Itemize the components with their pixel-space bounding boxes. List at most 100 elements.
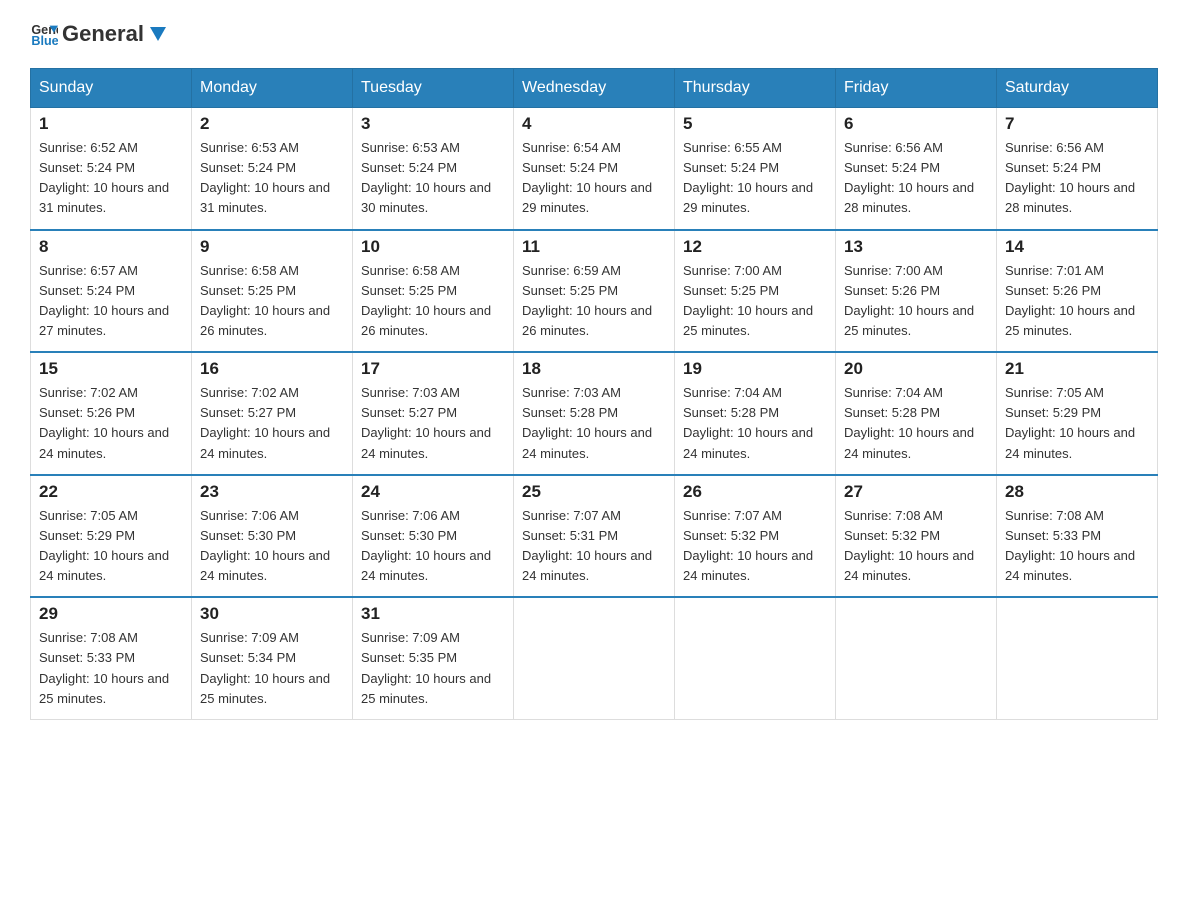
- day-number: 24: [361, 482, 505, 502]
- day-info: Sunrise: 6:58 AMSunset: 5:25 PMDaylight:…: [361, 261, 505, 342]
- calendar-cell: 22 Sunrise: 7:05 AMSunset: 5:29 PMDaylig…: [31, 475, 192, 598]
- calendar-cell: [675, 597, 836, 719]
- week-row-2: 8 Sunrise: 6:57 AMSunset: 5:24 PMDayligh…: [31, 230, 1158, 353]
- day-number: 23: [200, 482, 344, 502]
- calendar-cell: [836, 597, 997, 719]
- calendar-cell: 11 Sunrise: 6:59 AMSunset: 5:25 PMDaylig…: [514, 230, 675, 353]
- calendar-cell: 14 Sunrise: 7:01 AMSunset: 5:26 PMDaylig…: [997, 230, 1158, 353]
- calendar-cell: 29 Sunrise: 7:08 AMSunset: 5:33 PMDaylig…: [31, 597, 192, 719]
- logo-general-text: General: [62, 22, 168, 46]
- day-info: Sunrise: 7:03 AMSunset: 5:28 PMDaylight:…: [522, 383, 666, 464]
- calendar-cell: 21 Sunrise: 7:05 AMSunset: 5:29 PMDaylig…: [997, 352, 1158, 475]
- header-wednesday: Wednesday: [514, 69, 675, 108]
- day-info: Sunrise: 7:08 AMSunset: 5:33 PMDaylight:…: [1005, 506, 1149, 587]
- calendar-cell: 12 Sunrise: 7:00 AMSunset: 5:25 PMDaylig…: [675, 230, 836, 353]
- day-number: 29: [39, 604, 183, 624]
- day-number: 9: [200, 237, 344, 257]
- day-info: Sunrise: 7:08 AMSunset: 5:33 PMDaylight:…: [39, 628, 183, 709]
- calendar-cell: 6 Sunrise: 6:56 AMSunset: 5:24 PMDayligh…: [836, 108, 997, 230]
- calendar-cell: 16 Sunrise: 7:02 AMSunset: 5:27 PMDaylig…: [192, 352, 353, 475]
- day-info: Sunrise: 6:56 AMSunset: 5:24 PMDaylight:…: [844, 138, 988, 219]
- day-info: Sunrise: 6:57 AMSunset: 5:24 PMDaylight:…: [39, 261, 183, 342]
- svg-text:Blue: Blue: [31, 34, 58, 48]
- calendar-cell: 18 Sunrise: 7:03 AMSunset: 5:28 PMDaylig…: [514, 352, 675, 475]
- week-row-4: 22 Sunrise: 7:05 AMSunset: 5:29 PMDaylig…: [31, 475, 1158, 598]
- day-info: Sunrise: 7:00 AMSunset: 5:25 PMDaylight:…: [683, 261, 827, 342]
- day-number: 31: [361, 604, 505, 624]
- day-info: Sunrise: 6:58 AMSunset: 5:25 PMDaylight:…: [200, 261, 344, 342]
- calendar-cell: [514, 597, 675, 719]
- day-number: 22: [39, 482, 183, 502]
- day-info: Sunrise: 7:08 AMSunset: 5:32 PMDaylight:…: [844, 506, 988, 587]
- day-number: 5: [683, 114, 827, 134]
- day-info: Sunrise: 7:02 AMSunset: 5:27 PMDaylight:…: [200, 383, 344, 464]
- calendar-cell: 31 Sunrise: 7:09 AMSunset: 5:35 PMDaylig…: [353, 597, 514, 719]
- page-header: General Blue General: [30, 20, 1158, 48]
- calendar-cell: 5 Sunrise: 6:55 AMSunset: 5:24 PMDayligh…: [675, 108, 836, 230]
- day-info: Sunrise: 6:53 AMSunset: 5:24 PMDaylight:…: [361, 138, 505, 219]
- calendar-cell: 15 Sunrise: 7:02 AMSunset: 5:26 PMDaylig…: [31, 352, 192, 475]
- calendar-cell: 28 Sunrise: 7:08 AMSunset: 5:33 PMDaylig…: [997, 475, 1158, 598]
- day-info: Sunrise: 6:54 AMSunset: 5:24 PMDaylight:…: [522, 138, 666, 219]
- header-tuesday: Tuesday: [353, 69, 514, 108]
- calendar-cell: 30 Sunrise: 7:09 AMSunset: 5:34 PMDaylig…: [192, 597, 353, 719]
- day-info: Sunrise: 6:56 AMSunset: 5:24 PMDaylight:…: [1005, 138, 1149, 219]
- day-info: Sunrise: 7:06 AMSunset: 5:30 PMDaylight:…: [200, 506, 344, 587]
- day-number: 18: [522, 359, 666, 379]
- header-sunday: Sunday: [31, 69, 192, 108]
- day-info: Sunrise: 7:09 AMSunset: 5:35 PMDaylight:…: [361, 628, 505, 709]
- header-thursday: Thursday: [675, 69, 836, 108]
- logo-icon: General Blue: [30, 20, 58, 48]
- day-number: 20: [844, 359, 988, 379]
- day-info: Sunrise: 7:09 AMSunset: 5:34 PMDaylight:…: [200, 628, 344, 709]
- logo: General Blue General: [30, 20, 168, 48]
- day-number: 11: [522, 237, 666, 257]
- day-info: Sunrise: 6:52 AMSunset: 5:24 PMDaylight:…: [39, 138, 183, 219]
- calendar-cell: 24 Sunrise: 7:06 AMSunset: 5:30 PMDaylig…: [353, 475, 514, 598]
- day-number: 3: [361, 114, 505, 134]
- calendar-cell: 2 Sunrise: 6:53 AMSunset: 5:24 PMDayligh…: [192, 108, 353, 230]
- calendar-cell: 4 Sunrise: 6:54 AMSunset: 5:24 PMDayligh…: [514, 108, 675, 230]
- day-info: Sunrise: 6:55 AMSunset: 5:24 PMDaylight:…: [683, 138, 827, 219]
- day-info: Sunrise: 7:00 AMSunset: 5:26 PMDaylight:…: [844, 261, 988, 342]
- calendar-table: SundayMondayTuesdayWednesdayThursdayFrid…: [30, 68, 1158, 720]
- calendar-cell: [997, 597, 1158, 719]
- header-monday: Monday: [192, 69, 353, 108]
- day-number: 16: [200, 359, 344, 379]
- week-row-5: 29 Sunrise: 7:08 AMSunset: 5:33 PMDaylig…: [31, 597, 1158, 719]
- day-number: 1: [39, 114, 183, 134]
- day-info: Sunrise: 7:01 AMSunset: 5:26 PMDaylight:…: [1005, 261, 1149, 342]
- day-info: Sunrise: 6:53 AMSunset: 5:24 PMDaylight:…: [200, 138, 344, 219]
- day-number: 30: [200, 604, 344, 624]
- day-info: Sunrise: 7:06 AMSunset: 5:30 PMDaylight:…: [361, 506, 505, 587]
- day-number: 28: [1005, 482, 1149, 502]
- calendar-cell: 27 Sunrise: 7:08 AMSunset: 5:32 PMDaylig…: [836, 475, 997, 598]
- day-info: Sunrise: 7:05 AMSunset: 5:29 PMDaylight:…: [39, 506, 183, 587]
- week-row-1: 1 Sunrise: 6:52 AMSunset: 5:24 PMDayligh…: [31, 108, 1158, 230]
- header-saturday: Saturday: [997, 69, 1158, 108]
- day-info: Sunrise: 7:07 AMSunset: 5:31 PMDaylight:…: [522, 506, 666, 587]
- calendar-cell: 1 Sunrise: 6:52 AMSunset: 5:24 PMDayligh…: [31, 108, 192, 230]
- calendar-cell: 20 Sunrise: 7:04 AMSunset: 5:28 PMDaylig…: [836, 352, 997, 475]
- header-friday: Friday: [836, 69, 997, 108]
- calendar-cell: 8 Sunrise: 6:57 AMSunset: 5:24 PMDayligh…: [31, 230, 192, 353]
- calendar-cell: 23 Sunrise: 7:06 AMSunset: 5:30 PMDaylig…: [192, 475, 353, 598]
- day-info: Sunrise: 7:04 AMSunset: 5:28 PMDaylight:…: [683, 383, 827, 464]
- day-info: Sunrise: 6:59 AMSunset: 5:25 PMDaylight:…: [522, 261, 666, 342]
- day-number: 17: [361, 359, 505, 379]
- day-number: 7: [1005, 114, 1149, 134]
- day-number: 12: [683, 237, 827, 257]
- day-number: 8: [39, 237, 183, 257]
- header-row: SundayMondayTuesdayWednesdayThursdayFrid…: [31, 69, 1158, 108]
- day-number: 4: [522, 114, 666, 134]
- day-number: 15: [39, 359, 183, 379]
- week-row-3: 15 Sunrise: 7:02 AMSunset: 5:26 PMDaylig…: [31, 352, 1158, 475]
- calendar-cell: 25 Sunrise: 7:07 AMSunset: 5:31 PMDaylig…: [514, 475, 675, 598]
- day-number: 25: [522, 482, 666, 502]
- day-number: 10: [361, 237, 505, 257]
- logo-triangle-icon: [146, 23, 168, 45]
- day-number: 14: [1005, 237, 1149, 257]
- calendar-cell: 10 Sunrise: 6:58 AMSunset: 5:25 PMDaylig…: [353, 230, 514, 353]
- day-number: 27: [844, 482, 988, 502]
- day-number: 2: [200, 114, 344, 134]
